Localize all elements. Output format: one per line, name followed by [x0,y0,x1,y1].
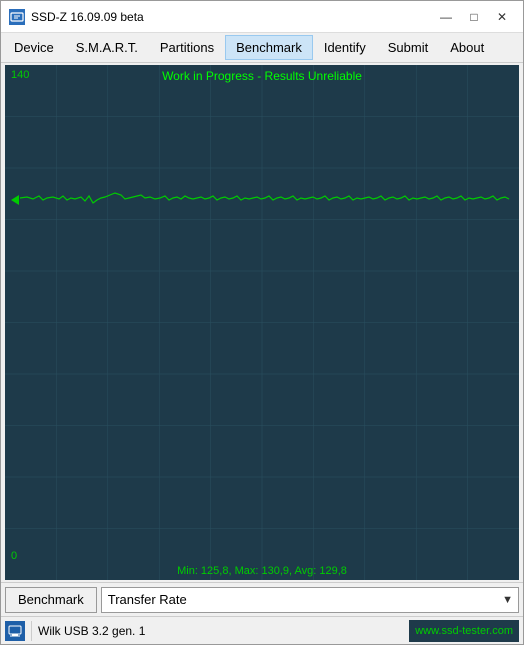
maximize-button[interactable]: □ [461,7,487,27]
title-bar-left: SSD-Z 16.09.09 beta [9,9,144,25]
chart-svg [5,65,519,580]
app-icon [9,9,25,25]
transfer-rate-select[interactable]: Transfer Rate IOPS Latency [101,587,519,613]
menu-item-device[interactable]: Device [3,35,65,60]
menu-item-about[interactable]: About [439,35,495,60]
minimize-button[interactable]: — [433,7,459,27]
title-bar: SSD-Z 16.09.09 beta — □ ✕ [1,1,523,33]
chart-y-min: 0 [11,550,17,562]
main-window: SSD-Z 16.09.09 beta — □ ✕ Device S.M.A.R… [0,0,524,645]
benchmark-chart: Work in Progress - Results Unreliable 14… [5,65,519,580]
menu-item-partitions[interactable]: Partitions [149,35,225,60]
chart-warning-label: Work in Progress - Results Unreliable [5,69,519,83]
transfer-rate-dropdown-wrapper: Transfer Rate IOPS Latency ▼ [101,587,519,613]
benchmark-button[interactable]: Benchmark [5,587,97,613]
menu-item-identify[interactable]: Identify [313,35,377,60]
close-button[interactable]: ✕ [489,7,515,27]
status-divider [31,621,32,641]
window-title: SSD-Z 16.09.09 beta [31,10,144,24]
chart-stats: Min: 125,8, Max: 130,9, Avg: 129,8 [5,565,519,577]
device-icon [5,621,25,641]
website-url: www.ssd-tester.com [409,620,519,642]
menu-bar: Device S.M.A.R.T. Partitions Benchmark I… [1,33,523,63]
menu-item-smart[interactable]: S.M.A.R.T. [65,35,149,60]
menu-item-submit[interactable]: Submit [377,35,439,60]
menu-item-benchmark[interactable]: Benchmark [225,35,313,60]
device-name-label: Wilk USB 3.2 gen. 1 [38,624,405,638]
status-bar: Wilk USB 3.2 gen. 1 www.ssd-tester.com [1,616,523,644]
bottom-toolbar: Benchmark Transfer Rate IOPS Latency ▼ [1,582,523,616]
window-controls: — □ ✕ [433,7,515,27]
